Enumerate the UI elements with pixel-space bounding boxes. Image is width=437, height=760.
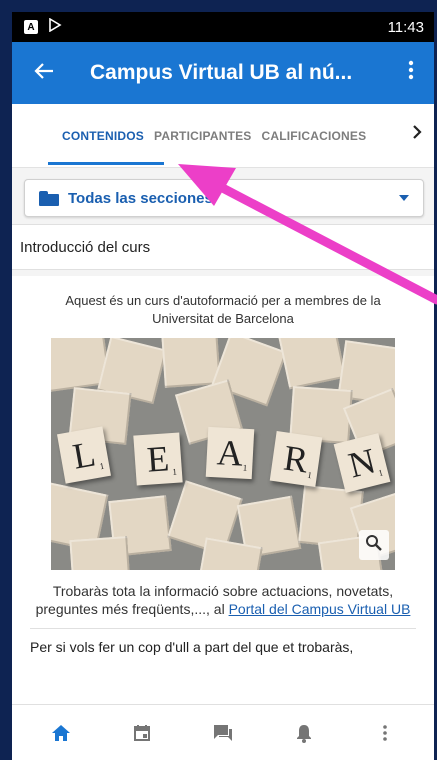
course-content: Todas las secciones Introducció del curs… [12, 168, 434, 760]
tab-participantes[interactable]: PARTICIPANTES [154, 129, 252, 143]
chevron-right-icon[interactable] [412, 124, 422, 145]
section-title-text: Introducció del curs [20, 238, 151, 256]
play-icon [48, 17, 62, 36]
more-icon[interactable] [365, 713, 405, 753]
back-arrow-icon[interactable] [34, 60, 64, 86]
letter-tile: A1 [205, 426, 255, 480]
intro-text: Aquest és un curs d'autoformació per a m… [65, 293, 381, 326]
letter-tile: R1 [269, 431, 323, 487]
magnifier-icon [365, 534, 383, 557]
zoom-button[interactable] [359, 530, 389, 560]
calendar-icon[interactable] [122, 713, 162, 753]
folder-icon [39, 190, 59, 206]
status-time: 11:43 [387, 18, 424, 36]
page-title: Campus Virtual UB al nú... [90, 61, 353, 84]
notifications-icon[interactable] [284, 713, 324, 753]
active-tab-indicator [48, 162, 164, 165]
app-bar: Campus Virtual UB al nú... [12, 42, 434, 104]
divider [30, 628, 416, 629]
course-tabs: CONTENIDOS PARTICIPANTES CALIFICACIONES [12, 104, 434, 168]
overflow-menu-icon[interactable] [400, 60, 422, 86]
notification-icon: A [24, 20, 38, 34]
tab-contenidos[interactable]: CONTENIDOS [62, 129, 144, 143]
more-text: Per si vols fer un cop d'ull a part del … [30, 639, 354, 655]
sections-dropdown-label: Todas las secciones [68, 189, 213, 207]
dropdown-caret-icon [399, 195, 409, 201]
sections-dropdown[interactable]: Todas las secciones [24, 179, 424, 217]
home-icon[interactable] [41, 713, 81, 753]
portal-link[interactable]: Portal del Campus Virtual UB [229, 601, 411, 617]
letter-tile: E1 [133, 432, 183, 486]
summary-card: Aquest és un curs d'autoformació per a m… [12, 276, 434, 716]
learn-image[interactable]: L1 E1 A1 R1 N1 [51, 338, 395, 570]
messages-icon[interactable] [203, 713, 243, 753]
bottom-navigation [12, 704, 434, 760]
letter-tile: L1 [57, 426, 111, 484]
tab-calificaciones[interactable]: CALIFICACIONES [262, 129, 367, 143]
phone-screen: A 11:43 Campus Virtual UB al nú... CONTE… [12, 12, 434, 760]
section-title[interactable]: Introducció del curs [12, 224, 434, 270]
caption-text: Trobaràs tota la informació sobre actuac… [30, 582, 416, 618]
status-bar: A 11:43 [12, 12, 434, 42]
